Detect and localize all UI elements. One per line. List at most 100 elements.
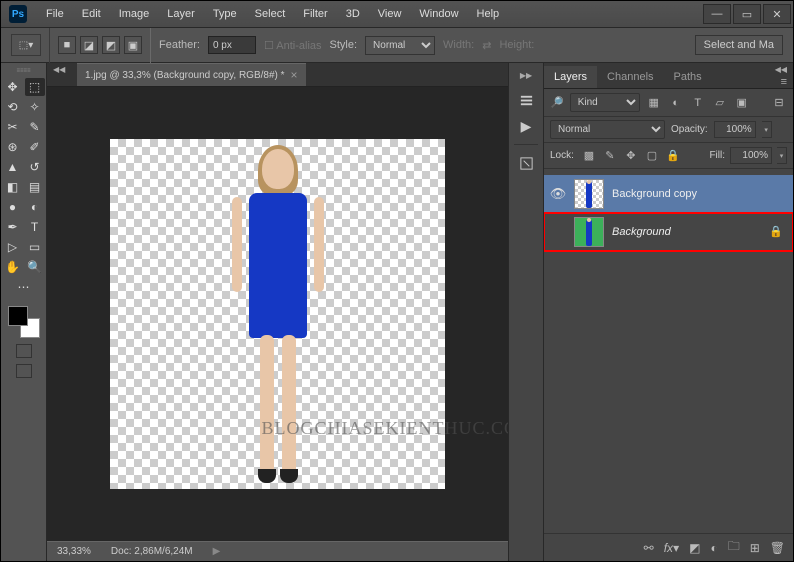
eraser-tool[interactable]: ◧: [3, 178, 23, 196]
subtract-selection-button[interactable]: ◩: [102, 36, 120, 54]
menu-filter[interactable]: Filter: [294, 8, 336, 20]
gradient-tool[interactable]: ▤: [25, 178, 45, 196]
add-selection-button[interactable]: ◪: [80, 36, 98, 54]
filter-type-icon[interactable]: T: [690, 95, 706, 111]
document-tab[interactable]: 1.jpg @ 33,3% (Background copy, RGB/8#) …: [77, 63, 306, 86]
link-layers-icon[interactable]: ⚯: [644, 541, 654, 555]
tab-channels[interactable]: Channels: [597, 66, 663, 88]
menu-view[interactable]: View: [369, 8, 411, 20]
actions-panel-icon[interactable]: ▶: [514, 114, 538, 138]
layer-name[interactable]: Background: [612, 226, 761, 238]
blend-mode-select[interactable]: Normal: [550, 120, 665, 139]
lock-position-icon[interactable]: ✥: [623, 148, 639, 164]
feather-input[interactable]: [208, 36, 256, 54]
status-flyout-icon[interactable]: ▶: [213, 546, 221, 557]
brush-tool[interactable]: ✐: [25, 138, 45, 156]
canvas-area: ◀◀ 1.jpg @ 33,3% (Background copy, RGB/8…: [47, 63, 508, 561]
menu-edit[interactable]: Edit: [73, 8, 110, 20]
opacity-dropdown-icon[interactable]: ▾: [762, 121, 772, 138]
history-panel-icon[interactable]: [514, 88, 538, 112]
filter-kind-select[interactable]: Kind: [570, 93, 640, 112]
layer-thumbnail[interactable]: [574, 217, 604, 247]
style-select[interactable]: Normal: [365, 36, 435, 55]
select-and-mask-button[interactable]: Select and Ma: [695, 35, 783, 55]
zoom-level[interactable]: 33,33%: [57, 546, 91, 557]
zoom-tool[interactable]: 🔍: [25, 258, 45, 276]
move-tool[interactable]: ✥: [3, 78, 23, 96]
layer-fx-icon[interactable]: fx▾: [664, 541, 679, 555]
close-button[interactable]: ✕: [763, 4, 791, 24]
layer-name[interactable]: Background copy: [612, 188, 787, 200]
path-select-tool[interactable]: ▷: [3, 238, 23, 256]
menu-type[interactable]: Type: [204, 8, 246, 20]
filter-smart-icon[interactable]: ▣: [734, 95, 750, 111]
pen-tool[interactable]: ✒: [3, 218, 23, 236]
eyedropper-tool[interactable]: ✎: [25, 118, 45, 136]
hand-tool[interactable]: ✋: [3, 258, 23, 276]
canvas-viewport[interactable]: BLOGCHIASEKIENTHUC.COM: [47, 87, 508, 541]
menu-help[interactable]: Help: [468, 8, 509, 20]
lock-transparency-icon[interactable]: ▩: [581, 148, 597, 164]
right-dock: ▶▶ ▶ Layers Channels Paths ◀◀ ≡ 🔎 Kind: [508, 63, 793, 561]
visibility-toggle[interactable]: [550, 224, 566, 240]
foreground-color[interactable]: [8, 306, 28, 326]
menu-layer[interactable]: Layer: [158, 8, 204, 20]
shape-tool[interactable]: ▭: [25, 238, 45, 256]
edit-toolbar[interactable]: ⋯: [14, 278, 34, 296]
layer-group-icon[interactable]: 🗀: [728, 537, 740, 558]
layer-thumbnail[interactable]: [574, 179, 604, 209]
lock-artboard-icon[interactable]: ▢: [644, 148, 660, 164]
menu-file[interactable]: File: [37, 8, 73, 20]
new-selection-button[interactable]: ■: [58, 36, 76, 54]
visibility-toggle[interactable]: 👁: [550, 186, 566, 202]
filter-adjustment-icon[interactable]: ◐: [668, 95, 684, 111]
layer-row[interactable]: 👁 Background copy: [544, 175, 793, 213]
canvas[interactable]: BLOGCHIASEKIENTHUC.COM: [110, 139, 445, 489]
intersect-selection-button[interactable]: ▣: [124, 36, 142, 54]
lock-all-icon[interactable]: 🔒: [665, 148, 681, 164]
filter-pixel-icon[interactable]: ▦: [646, 95, 662, 111]
minimize-button[interactable]: —: [703, 4, 731, 24]
layer-mask-icon[interactable]: ◩: [689, 541, 700, 555]
lock-image-icon[interactable]: ✎: [602, 148, 618, 164]
collapse-docs-icon[interactable]: ◀◀: [53, 65, 65, 77]
lasso-tool[interactable]: ⟲: [3, 98, 23, 116]
quick-select-tool[interactable]: ✧: [25, 98, 45, 116]
crop-tool[interactable]: ✂: [3, 118, 23, 136]
adjustment-layer-icon[interactable]: ◐: [710, 541, 717, 555]
collapse-panels-icon[interactable]: ◀◀: [775, 65, 787, 74]
dodge-tool[interactable]: ◐: [25, 198, 45, 216]
menu-3d[interactable]: 3D: [337, 8, 369, 20]
new-layer-icon[interactable]: ⊞: [750, 541, 760, 555]
fill-input[interactable]: [730, 147, 772, 164]
window-controls: — ▭ ✕: [703, 4, 793, 24]
properties-panel-icon[interactable]: [514, 151, 538, 175]
tool-preset-picker[interactable]: ⬚▾: [11, 34, 41, 56]
screen-mode-button[interactable]: [16, 364, 32, 378]
panel-handle[interactable]: ≡≡≡≡: [4, 67, 44, 75]
tab-paths[interactable]: Paths: [664, 66, 712, 88]
close-tab-icon[interactable]: ×: [291, 68, 298, 82]
color-swatches[interactable]: [8, 306, 40, 338]
menu-image[interactable]: Image: [110, 8, 159, 20]
maximize-button[interactable]: ▭: [733, 4, 761, 24]
blur-tool[interactable]: ●: [3, 198, 23, 216]
menu-window[interactable]: Window: [410, 8, 467, 20]
fill-dropdown-icon[interactable]: ▾: [777, 147, 787, 164]
opacity-input[interactable]: [714, 121, 756, 138]
tab-layers[interactable]: Layers: [544, 66, 597, 88]
feather-label: Feather:: [159, 39, 200, 51]
delete-layer-icon[interactable]: 🗑: [770, 541, 785, 555]
panel-menu-icon[interactable]: ≡: [775, 76, 793, 88]
collapse-icon[interactable]: ▶▶: [520, 71, 532, 80]
menu-select[interactable]: Select: [246, 8, 295, 20]
history-brush-tool[interactable]: ↺: [25, 158, 45, 176]
marquee-tool[interactable]: ⬚: [25, 78, 45, 96]
stamp-tool[interactable]: ▲: [3, 158, 23, 176]
filter-shape-icon[interactable]: ▱: [712, 95, 728, 111]
type-tool[interactable]: T: [25, 218, 45, 236]
quick-mask-button[interactable]: [16, 344, 32, 358]
layer-row[interactable]: Background 🔒: [544, 213, 793, 251]
filter-toggle-icon[interactable]: ⊟: [771, 95, 787, 111]
healing-tool[interactable]: ⊛: [3, 138, 23, 156]
